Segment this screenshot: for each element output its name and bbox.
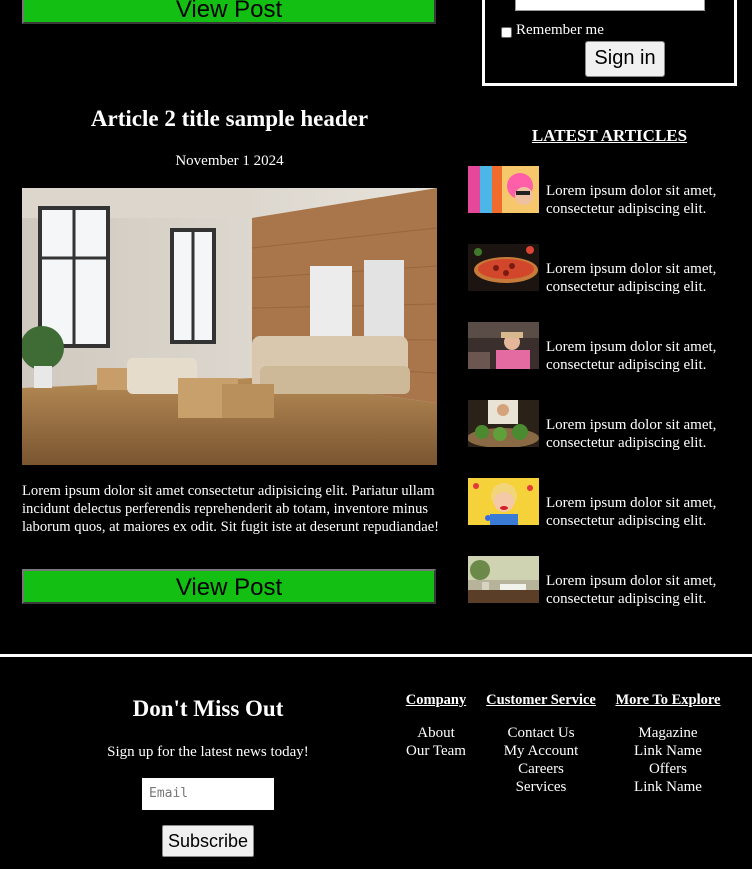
thumb-pizza[interactable] <box>468 244 539 291</box>
footer-link-offers[interactable]: Offers <box>608 760 728 778</box>
latest-article-text[interactable]: Lorem ipsum dolor sit amet, consectetur … <box>546 338 741 374</box>
latest-article-text[interactable]: Lorem ipsum dolor sit amet, consectetur … <box>546 416 741 452</box>
article-title: Article 2 title sample header <box>90 106 369 131</box>
latest-article-text[interactable]: Lorem ipsum dolor sit amet, consectetur … <box>546 260 741 296</box>
article-excerpt: Lorem ipsum dolor sit amet consectetur a… <box>22 483 440 535</box>
remember-checkbox[interactable] <box>501 27 512 38</box>
footer-column-heading-company[interactable]: Company <box>396 692 476 709</box>
article-date: November 1 2024 <box>175 153 284 169</box>
thumb-colorful-portrait[interactable] <box>468 166 539 213</box>
footer-link-name[interactable]: Link Name <box>608 778 728 796</box>
footer-link-my-account[interactable]: My Account <box>481 742 601 760</box>
subscribe-button[interactable]: Subscribe <box>162 825 254 857</box>
top-view-post-button[interactable]: View Post <box>22 0 436 24</box>
article-image <box>22 188 437 465</box>
footer-column-heading-customer-service[interactable]: Customer Service <box>481 692 601 709</box>
latest-article-text[interactable]: Lorem ipsum dolor sit amet, consectetur … <box>546 182 741 218</box>
newsletter-subheading: Sign up for the latest news today! <box>107 744 309 760</box>
footer-column-heading-more-to-explore[interactable]: More To Explore <box>608 692 728 709</box>
latest-article-text[interactable]: Lorem ipsum dolor sit amet, consectetur … <box>546 572 741 608</box>
footer-link-contact-us[interactable]: Contact Us <box>481 724 601 742</box>
thumb-chef-herbs[interactable] <box>468 400 539 447</box>
thumb-car-portrait[interactable] <box>468 322 539 369</box>
thumb-cafe-table[interactable] <box>468 556 539 603</box>
footer-link-about[interactable]: About <box>396 724 476 742</box>
footer-divider <box>0 654 752 657</box>
footer-link-magazine[interactable]: Magazine <box>608 724 728 742</box>
newsletter-heading: Don't Miss Out <box>132 696 284 721</box>
footer-link-careers[interactable]: Careers <box>481 760 601 778</box>
latest-article-text[interactable]: Lorem ipsum dolor sit amet, consectetur … <box>546 494 741 530</box>
sign-in-button[interactable]: Sign in <box>585 41 665 77</box>
email-input[interactable]: Email <box>142 778 274 810</box>
article-view-post-button[interactable]: View Post <box>22 569 436 604</box>
thumb-pop-art[interactable] <box>468 478 539 525</box>
footer-link-services[interactable]: Services <box>481 778 601 796</box>
latest-articles-heading: LATEST ARTICLES <box>531 126 688 145</box>
password-field[interactable] <box>515 0 705 11</box>
footer-link-name[interactable]: Link Name <box>608 742 728 760</box>
remember-label: Remember me <box>516 22 604 38</box>
footer-link-our-team[interactable]: Our Team <box>396 742 476 760</box>
